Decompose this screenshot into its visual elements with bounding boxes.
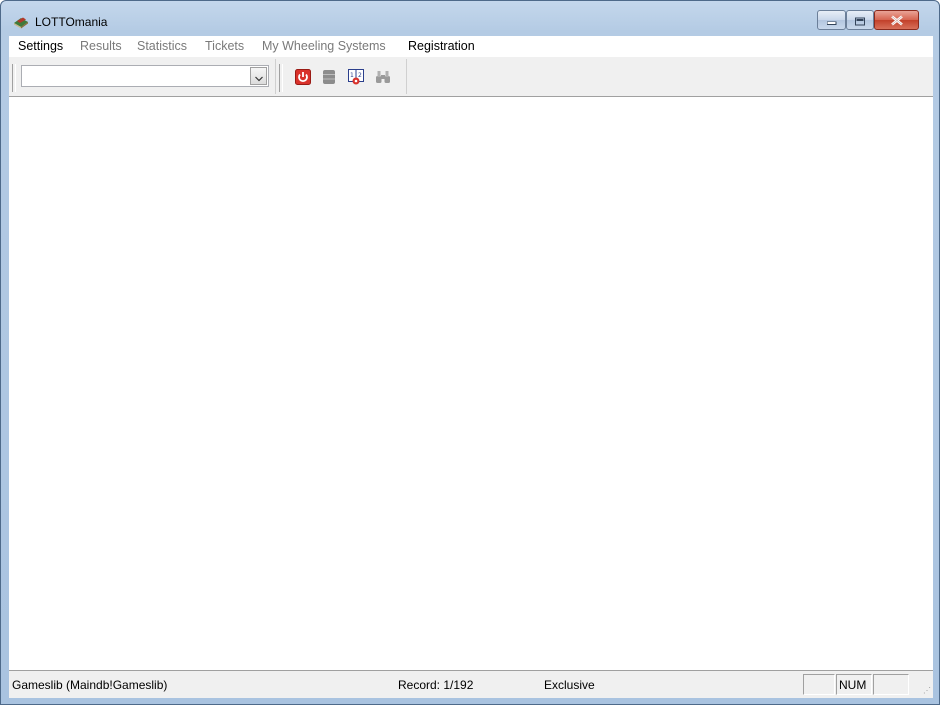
status-panel-scroll [873,674,909,695]
binoculars-icon [376,71,390,83]
status-database: Gameslib (Maindb!Gameslib) [12,678,168,692]
minimize-icon [826,11,837,30]
power-icon [295,69,311,85]
toolbar: 1 2 [9,57,933,97]
toolbar-band-buttons: 1 2 [276,59,407,94]
close-icon [890,11,903,30]
menu-statistics[interactable]: Statistics [137,39,187,53]
status-panel-caps [803,674,835,695]
menu-bar: Settings Results Statistics Tickets My W… [9,36,933,57]
status-panel-num: NUM [836,674,872,695]
lottery-book-icon [13,14,29,29]
close-button[interactable] [874,10,919,30]
database-icon [323,70,335,84]
chevron-down-icon [254,67,263,86]
status-bar: Gameslib (Maindb!Gameslib) Record: 1/192… [9,670,933,698]
main-content-area [9,97,933,670]
status-record: Record: 1/192 [398,678,474,692]
menu-tickets[interactable]: Tickets [205,39,244,53]
numbers-grid-icon: 1 2 [348,69,364,85]
minimize-button[interactable] [817,10,846,30]
resize-grip-icon[interactable]: ⋰ [923,686,931,695]
toolbar-grip[interactable] [12,64,16,92]
menu-my-wheeling-systems[interactable]: My Wheeling Systems [262,39,386,53]
app-window: LOTTOmania Settings Results Statistics T… [0,0,940,705]
title-bar[interactable]: LOTTOmania [1,1,939,35]
toolbar-grip[interactable] [279,64,283,92]
database-button[interactable] [321,69,337,85]
menu-results[interactable]: Results [80,39,122,53]
power-button[interactable] [295,69,311,85]
maximize-button[interactable] [846,10,874,30]
svg-text:1: 1 [350,72,354,79]
menu-settings[interactable]: Settings [18,39,63,53]
numbers-button[interactable]: 1 2 [348,69,364,85]
maximize-icon [855,11,865,30]
menu-registration[interactable]: Registration [408,39,475,53]
combo-dropdown-button[interactable] [250,67,267,85]
toolbar-band-combo [9,59,276,94]
game-select-combo[interactable] [21,65,269,87]
window-title: LOTTOmania [35,15,108,29]
svg-text:2: 2 [358,72,362,79]
status-mode: Exclusive [544,678,595,692]
search-button[interactable] [375,69,391,85]
